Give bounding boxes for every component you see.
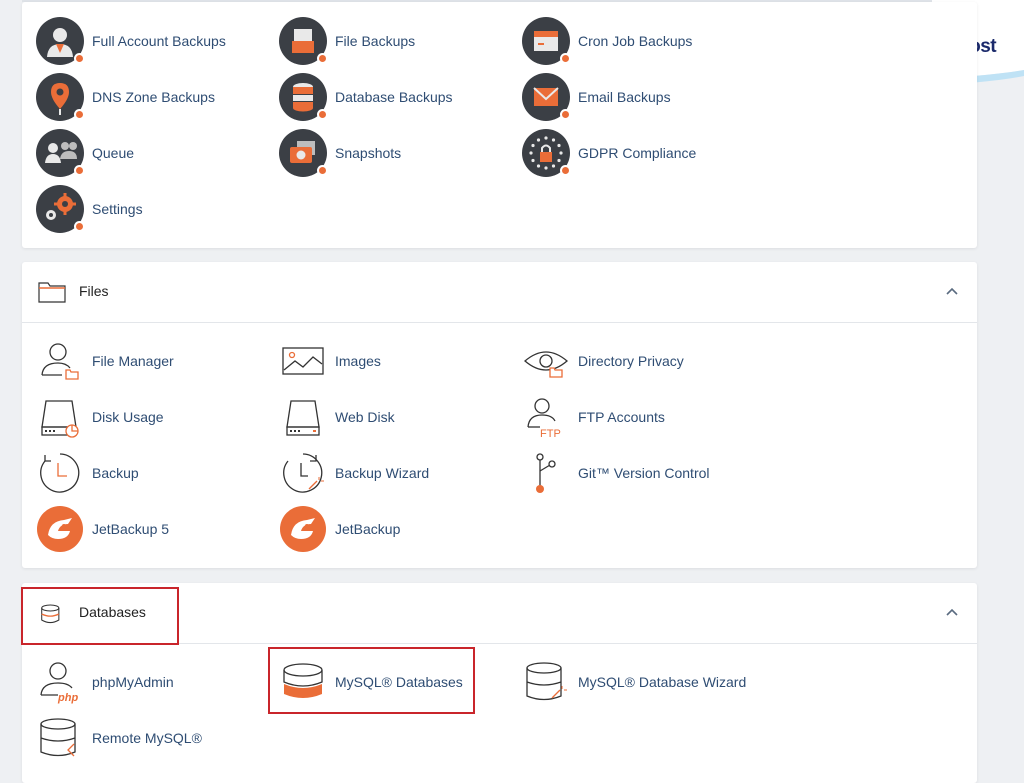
full-account-backups-item[interactable]: Full Account Backups	[36, 16, 226, 66]
item-label: phpMyAdmin	[92, 674, 174, 690]
item-label: Images	[335, 353, 381, 369]
svg-text:FTP: FTP	[540, 428, 561, 440]
file-backup-icon	[279, 17, 328, 65]
image-icon	[279, 337, 327, 385]
snapshots-item[interactable]: Snapshots	[279, 128, 401, 178]
backup-badge-icon	[74, 109, 85, 120]
backup-badge-icon	[74, 53, 85, 64]
item-label: Email Backups	[578, 89, 671, 105]
gears-icon	[36, 185, 85, 233]
disk-usage-icon	[36, 393, 84, 441]
ftp-accounts-item[interactable]: FTP FTP Accounts	[522, 392, 665, 442]
svg-text:php: php	[57, 692, 78, 704]
item-label: MySQL® Databases	[335, 674, 463, 690]
item-label: Git™ Version Control	[578, 465, 710, 481]
file-backups-item[interactable]: File Backups	[279, 16, 415, 66]
jetbackup-logo-icon	[279, 505, 327, 553]
item-label: JetBackup 5	[92, 521, 170, 537]
databases-panel: Databases php phpMyAdmin MySQL® Database…	[22, 583, 977, 783]
database-icon	[41, 604, 60, 624]
files-panel-title: Files	[79, 283, 109, 299]
mysql-databases-item[interactable]: MySQL® Databases	[279, 657, 463, 707]
backup-badge-icon	[560, 53, 571, 64]
jetbackup-item[interactable]: JetBackup	[279, 504, 400, 554]
item-label: Backup Wizard	[335, 465, 430, 481]
clock-wand-icon	[279, 449, 327, 497]
item-label: Cron Job Backups	[578, 33, 693, 49]
file-manager-item[interactable]: File Manager	[36, 336, 174, 386]
item-label: JetBackup	[335, 521, 401, 537]
user-backup-icon	[36, 17, 85, 65]
queue-icon	[36, 129, 85, 177]
item-label: Directory Privacy	[578, 353, 684, 369]
item-label: MySQL® Database Wizard	[578, 674, 747, 690]
gdpr-lock-icon	[522, 129, 571, 177]
database-backup-icon	[279, 73, 328, 121]
cron-backup-icon	[522, 17, 571, 65]
eye-folder-icon	[522, 337, 570, 385]
chevron-up-icon[interactable]	[945, 605, 959, 619]
cron-job-backups-item[interactable]: Cron Job Backups	[522, 16, 692, 66]
databases-panel-header[interactable]: Databases	[22, 583, 977, 644]
backups-panel: Full Account Backups File Backups Cron J…	[22, 2, 977, 248]
backup-badge-icon	[560, 165, 571, 176]
mysql-database-wizard-item[interactable]: MySQL® Database Wizard	[522, 657, 746, 707]
backup-badge-icon	[317, 109, 328, 120]
user-folder-icon	[36, 337, 84, 385]
item-label: Database Backups	[335, 89, 453, 105]
email-backup-icon	[522, 73, 571, 121]
camera-icon	[279, 129, 328, 177]
databases-panel-title: Databases	[79, 604, 146, 620]
item-label: Remote MySQL®	[92, 730, 202, 746]
remote-database-icon	[36, 714, 84, 762]
item-label: FTP Accounts	[578, 409, 665, 425]
item-label: Queue	[92, 145, 135, 161]
email-backups-item[interactable]: Email Backups	[522, 72, 671, 122]
gdpr-compliance-item[interactable]: GDPR Compliance	[522, 128, 696, 178]
item-label: Disk Usage	[92, 409, 164, 425]
mysql-database-icon	[279, 658, 327, 706]
files-panel: Files File Manager Images Directory Priv…	[22, 262, 977, 568]
php-user-icon: php	[36, 658, 84, 706]
jetbackup-5-item[interactable]: JetBackup 5	[36, 504, 169, 554]
item-label: Web Disk	[335, 409, 395, 425]
item-label: Settings	[92, 201, 143, 217]
backup-badge-icon	[317, 53, 328, 64]
remote-mysql-item[interactable]: Remote MySQL®	[36, 713, 202, 763]
item-label: GDPR Compliance	[578, 145, 697, 161]
item-label: Full Account Backups	[92, 33, 226, 49]
backup-wizard-item[interactable]: Backup Wizard	[279, 448, 429, 498]
settings-item[interactable]: Settings	[36, 184, 143, 234]
git-version-control-item[interactable]: Git™ Version Control	[522, 448, 710, 498]
web-disk-icon	[279, 393, 327, 441]
item-label: Snapshots	[335, 145, 402, 161]
files-panel-header[interactable]: Files	[22, 262, 977, 323]
backup-badge-icon	[74, 221, 85, 232]
backup-badge-icon	[74, 165, 85, 176]
ftp-user-icon: FTP	[522, 393, 570, 441]
queue-item[interactable]: Queue	[36, 128, 134, 178]
directory-privacy-item[interactable]: Directory Privacy	[522, 336, 684, 386]
backup-item[interactable]: Backup	[36, 448, 139, 498]
phpmyadmin-item[interactable]: php phpMyAdmin	[36, 657, 174, 707]
web-disk-item[interactable]: Web Disk	[279, 392, 395, 442]
dns-zone-backups-item[interactable]: DNS Zone Backups	[36, 72, 215, 122]
images-item[interactable]: Images	[279, 336, 381, 386]
item-label: Backup	[92, 465, 139, 481]
git-branch-icon	[522, 449, 570, 497]
database-backups-item[interactable]: Database Backups	[279, 72, 453, 122]
item-label: DNS Zone Backups	[92, 89, 215, 105]
database-wand-icon	[522, 658, 570, 706]
item-label: File Backups	[335, 33, 416, 49]
folder-icon	[38, 282, 66, 303]
disk-usage-item[interactable]: Disk Usage	[36, 392, 164, 442]
item-label: File Manager	[92, 353, 174, 369]
backup-badge-icon	[317, 165, 328, 176]
chevron-up-icon[interactable]	[945, 284, 959, 298]
backup-badge-icon	[560, 109, 571, 120]
jetbackup-logo-icon	[36, 505, 84, 553]
dns-backup-icon	[36, 73, 85, 121]
clock-backup-icon	[36, 449, 84, 497]
